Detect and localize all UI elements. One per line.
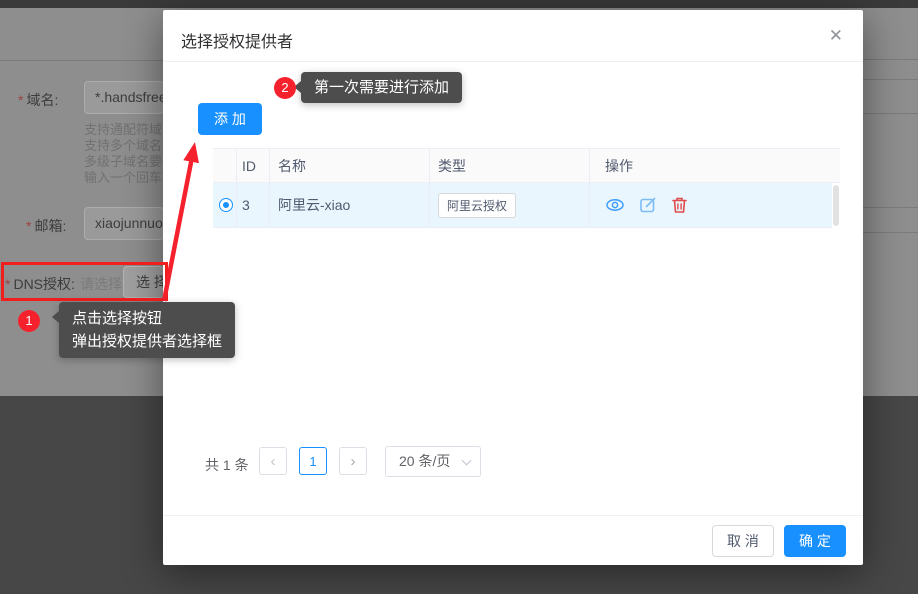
domain-help-line: 支持多个域名、 — [84, 138, 163, 154]
domain-help-line: 支持通配符域名 — [84, 122, 163, 138]
row-name-cell: 阿里云-xiao — [270, 183, 430, 227]
domain-help-line: 多级子域名要分 — [84, 154, 163, 170]
background-divider — [863, 113, 918, 114]
table-header-select — [213, 149, 237, 182]
domain-input: *.handsfree — [84, 81, 164, 114]
add-button[interactable]: 添 加 — [198, 103, 262, 135]
page-number-button[interactable]: 1 — [299, 447, 327, 475]
row-id-cell: 3 — [237, 183, 270, 227]
close-icon[interactable]: ✕ — [829, 26, 843, 46]
table-row[interactable]: 3 阿里云-xiao 阿里云授权 — [213, 183, 840, 228]
email-input: xiaojunnuo — [84, 207, 164, 240]
required-mark: * — [26, 218, 31, 234]
step-2-badge: 2 — [274, 77, 296, 99]
next-page-button[interactable]: › — [339, 447, 367, 475]
row-select-cell — [213, 183, 237, 227]
confirm-button[interactable]: 确 定 — [784, 525, 846, 557]
row-radio-selected[interactable] — [219, 198, 233, 212]
chevron-down-icon — [462, 456, 472, 466]
background-divider — [0, 60, 163, 61]
row-actions-cell — [590, 183, 840, 227]
dialog-header: 选择授权提供者 ✕ — [163, 10, 863, 62]
required-mark: * — [18, 92, 23, 108]
email-label: *邮箱: — [26, 216, 66, 236]
dialog-footer: 取 消 确 定 — [163, 515, 863, 565]
background-divider — [863, 79, 918, 80]
step-1-badge: 1 — [18, 310, 40, 332]
tooltip-line: 弹出授权提供者选择框 — [72, 330, 222, 353]
delete-icon[interactable] — [671, 196, 688, 214]
domain-help-line: 输入一个回车之 — [84, 170, 163, 186]
highlight-box-dns-field — [1, 262, 168, 301]
page-size-value: 20 条/页 — [399, 453, 450, 469]
table-header-id: ID — [237, 149, 270, 182]
prev-page-button[interactable]: ‹ — [259, 447, 287, 475]
scrollbar-thumb[interactable] — [833, 185, 839, 226]
type-tag: 阿里云授权 — [438, 193, 516, 218]
table-header-name: 名称 — [270, 149, 430, 182]
page: *域名: *.handsfree 支持通配符域名 支持多个域名、 多级子域名要分… — [0, 0, 918, 594]
row-type-cell: 阿里云授权 — [430, 183, 590, 227]
cancel-button[interactable]: 取 消 — [712, 525, 774, 557]
background-divider — [863, 232, 918, 233]
page-size-select[interactable]: 20 条/页 — [385, 446, 481, 477]
dialog-title: 选择授权提供者 — [181, 28, 293, 52]
background-divider — [863, 207, 918, 208]
table-header-type: 类型 — [430, 149, 590, 182]
table-scrollbar[interactable] — [832, 183, 840, 228]
table-header-row: ID 名称 类型 操作 — [213, 148, 840, 183]
top-bar — [0, 0, 918, 8]
step-2-tooltip: 第一次需要进行添加 — [301, 72, 462, 103]
tooltip-line: 点击选择按钮 — [72, 307, 222, 330]
background-divider — [863, 59, 918, 60]
domain-label: *域名: — [18, 90, 58, 110]
step-1-tooltip: 点击选择按钮 弹出授权提供者选择框 — [59, 302, 235, 358]
table-header-actions: 操作 — [590, 149, 840, 182]
pagination-total: 共 1 条 — [205, 455, 249, 475]
pagination: 共 1 条 ‹ 1 › 20 条/页 — [163, 447, 863, 479]
provider-table: ID 名称 类型 操作 3 阿里云-xiao 阿里云授权 — [213, 148, 840, 228]
edit-icon[interactable] — [639, 196, 657, 214]
dialog-select-auth-provider: 选择授权提供者 ✕ 添 加 ID 名称 类型 操作 3 阿里云-xiao 阿里云… — [163, 10, 863, 565]
view-icon[interactable] — [605, 197, 625, 213]
